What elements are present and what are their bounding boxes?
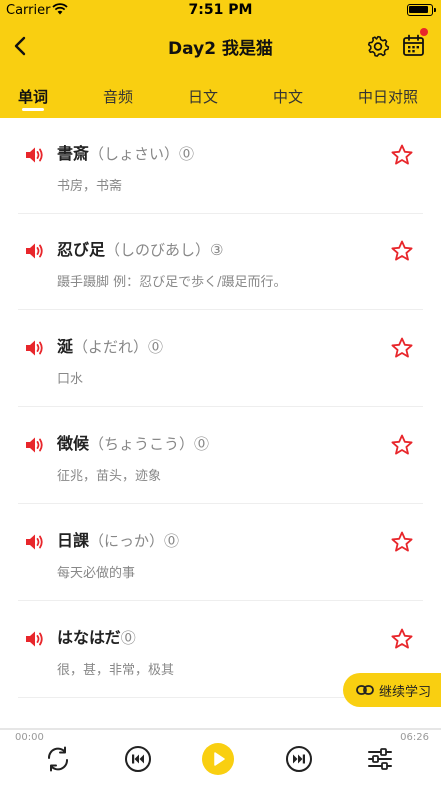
list-item[interactable]: 忍び足（しのびあし）③ 蹑手蹑脚 例：忍び足で歩く/蹑足而行。 (0, 214, 441, 310)
tab-audio[interactable]: 音频 (103, 86, 133, 107)
word-meaning: 口水 (57, 372, 84, 387)
speaker-icon[interactable] (24, 435, 46, 455)
tab-bar: 单词 音频 日文 中文 中日对照 (0, 78, 441, 118)
word-kanji: 日課 (57, 531, 90, 550)
divider (18, 309, 423, 310)
link-icon (356, 685, 374, 695)
speaker-icon[interactable] (24, 629, 46, 649)
word-entry: はなはだ⓪ (57, 624, 136, 648)
word-reading: （しのびあし） (105, 241, 211, 259)
notification-dot (420, 28, 428, 36)
word-meaning: 征兆，苗头，迹象 (57, 469, 162, 484)
status-bar: Carrier 7:51 PM (0, 0, 441, 22)
word-reading: （にっか） (89, 532, 165, 550)
word-tone: ⓪ (120, 629, 136, 647)
star-outline-icon[interactable] (390, 336, 414, 360)
star-outline-icon[interactable] (390, 530, 414, 554)
continue-learning-label: 继续学习 (379, 685, 432, 700)
word-tone: ⓪ (148, 338, 164, 356)
star-outline-icon[interactable] (390, 627, 414, 651)
active-tab-indicator (22, 108, 44, 111)
star-outline-icon[interactable] (390, 143, 414, 167)
gear-icon[interactable] (366, 34, 390, 58)
tab-words[interactable]: 单词 (18, 86, 48, 107)
tab-bilingual[interactable]: 中日对照 (358, 86, 418, 107)
word-tone: ③ (210, 241, 224, 259)
word-kanji: はなはだ (57, 628, 121, 647)
total-time: 06:26 (400, 732, 429, 743)
word-reading: （よだれ） (73, 338, 149, 356)
word-tone: ⓪ (194, 435, 210, 453)
previous-track-icon[interactable] (123, 744, 153, 774)
chevron-left-icon[interactable] (10, 34, 32, 58)
list-item[interactable]: 書斎（しょさい）⓪ 书房，书斋 (0, 118, 441, 214)
word-reading: （ちょうこう） (89, 435, 195, 453)
word-list[interactable]: 書斎（しょさい）⓪ 书房，书斋 忍び足（しのびあし）③ 蹑手蹑脚 例：忍び足で歩… (0, 118, 441, 728)
battery-icon (407, 4, 436, 16)
word-tone: ⓪ (164, 532, 180, 550)
word-kanji: 徴候 (57, 434, 90, 453)
tab-chinese[interactable]: 中文 (273, 86, 303, 107)
calendar-icon[interactable] (401, 33, 427, 59)
word-meaning: 书房，书斋 (57, 179, 123, 194)
star-outline-icon[interactable] (390, 433, 414, 457)
divider (18, 406, 423, 407)
repeat-icon[interactable] (43, 744, 73, 774)
word-kanji: 涎 (57, 337, 74, 356)
word-meaning: 蹑手蹑脚 例：忍び足で歩く/蹑足而行。 (57, 275, 287, 290)
next-track-icon[interactable] (284, 744, 314, 774)
word-entry: 書斎（しょさい）⓪ (57, 140, 194, 164)
tab-japanese[interactable]: 日文 (188, 86, 218, 107)
header-bar: Carrier 7:51 PM Day2 我是猫 单词 音频 日文 中文 中日对… (0, 0, 441, 118)
audio-player: 00:00 06:26 (0, 728, 441, 789)
word-tone: ⓪ (179, 145, 195, 163)
divider (18, 600, 423, 601)
word-reading: （しょさい） (89, 145, 180, 163)
word-kanji: 忍び足 (57, 240, 106, 259)
word-meaning: 很，甚，非常，极其 (57, 663, 175, 678)
progress-bar[interactable] (0, 728, 441, 730)
continue-learning-button[interactable]: 继续学习 (343, 673, 441, 707)
list-item[interactable]: 日課（にっか）⓪ 每天必做的事 (0, 505, 441, 601)
speaker-icon[interactable] (24, 145, 46, 165)
play-button[interactable] (202, 743, 234, 775)
word-entry: 日課（にっか）⓪ (57, 527, 179, 551)
word-entry: 涎（よだれ）⓪ (57, 333, 163, 357)
status-time: 7:51 PM (188, 2, 253, 18)
play-icon (214, 752, 225, 766)
list-item[interactable]: 徴候（ちょうこう）⓪ 征兆，苗头，迹象 (0, 408, 441, 504)
list-item[interactable]: 涎（よだれ）⓪ 口水 (0, 311, 441, 407)
speaker-icon[interactable] (24, 241, 46, 261)
word-meaning: 每天必做的事 (57, 566, 136, 581)
star-outline-icon[interactable] (390, 239, 414, 263)
word-entry: 忍び足（しのびあし）③ (57, 236, 223, 260)
sliders-icon[interactable] (365, 744, 395, 774)
navigation-bar: Day2 我是猫 (0, 26, 441, 66)
divider (18, 503, 423, 504)
speaker-icon[interactable] (24, 532, 46, 552)
speaker-icon[interactable] (24, 338, 46, 358)
word-entry: 徴候（ちょうこう）⓪ (57, 430, 209, 454)
word-kanji: 書斎 (57, 144, 90, 163)
current-time: 00:00 (15, 732, 44, 743)
